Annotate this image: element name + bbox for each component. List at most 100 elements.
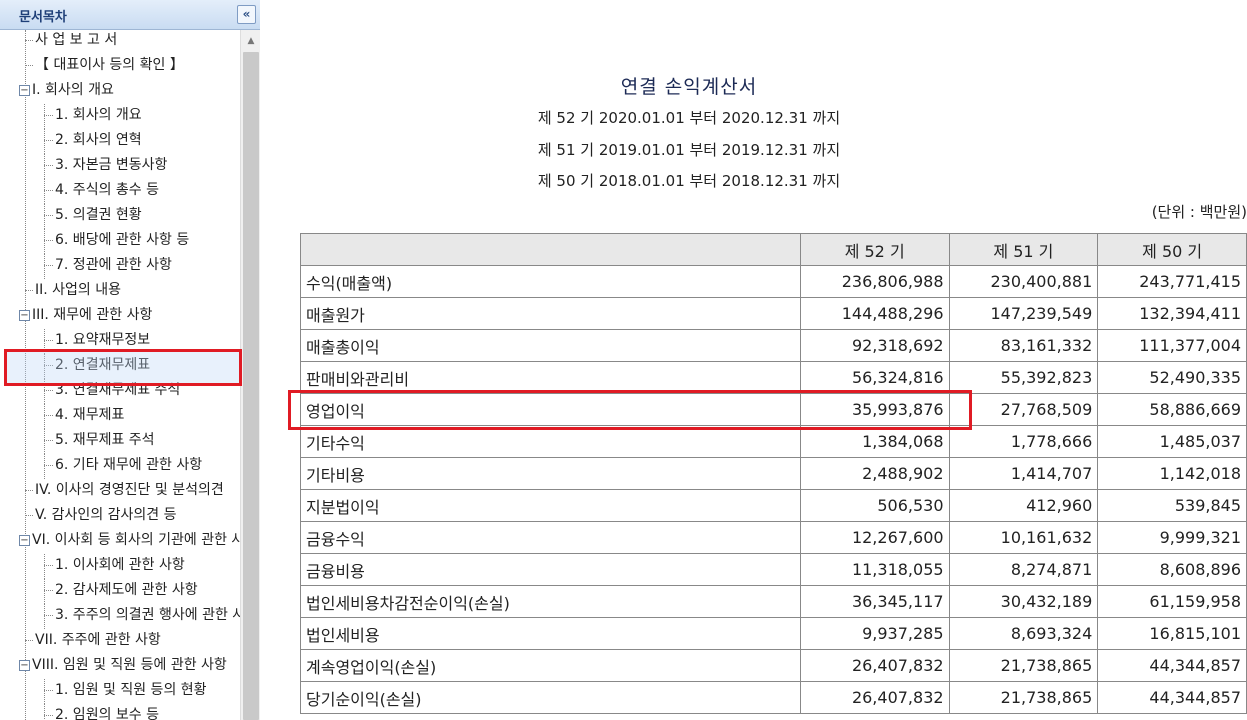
tree-connector <box>44 254 45 279</box>
table-row: 판매비와관리비 56,324,816 55,392,823 52,490,335 <box>300 361 1247 394</box>
toc-item[interactable]: 5. 의결권 현황 <box>55 204 142 226</box>
toc-item[interactable]: 사 업 보 고 서 <box>35 30 117 51</box>
account-name-cell: 계속영업이익(손실) <box>300 649 801 682</box>
toc-item[interactable]: 【 대표이사 등의 확인 】 <box>35 54 184 76</box>
tree-connector <box>44 615 53 616</box>
amount-cell: 44,344,857 <box>1097 649 1247 682</box>
tree-connector <box>44 190 53 191</box>
table-row: 금융비용 11,318,055 8,274,871 8,608,896 <box>300 553 1247 586</box>
scroll-thumb[interactable] <box>243 52 259 720</box>
toc-item[interactable]: 5. 재무제표 주석 <box>55 429 155 451</box>
amount-cell: 56,324,816 <box>799 361 950 394</box>
toc-item[interactable]: 4. 재무제표 <box>55 404 124 426</box>
toc-item[interactable]: 1. 요약재무정보 <box>55 329 150 351</box>
toc-item[interactable]: V. 감사인의 감사의견 등 <box>35 504 177 526</box>
account-name-cell: 매출총이익 <box>300 329 801 362</box>
tree-connector <box>44 115 53 116</box>
amount-cell: 1,485,037 <box>1097 425 1247 458</box>
amount-cell: 21,738,865 <box>948 681 1099 714</box>
amount-cell: 26,407,832 <box>799 649 950 682</box>
toc-title: 문서목차 <box>19 10 67 25</box>
table-row: 기타수익 1,384,068 1,778,666 1,485,037 <box>300 425 1247 458</box>
toc-item[interactable]: 7. 정관에 관한 사항 <box>55 254 172 276</box>
amount-cell: 52,490,335 <box>1097 361 1247 394</box>
column-header <box>300 233 801 266</box>
table-row: 매출원가 144,488,296 147,239,549 132,394,411 <box>300 297 1247 330</box>
period-line: 제 50 기 2018.01.01 부터 2018.12.31 까지 <box>537 172 841 190</box>
toc-item[interactable]: 6. 기타 재무에 관한 사항 <box>55 454 202 476</box>
column-header: 제 52 기 <box>799 233 950 266</box>
table-header-row: 제 52 기 제 51 기 제 50 기 <box>300 233 1247 266</box>
table-row: 매출총이익 92,318,692 83,161,332 111,377,004 <box>300 329 1247 362</box>
toc-item[interactable]: II. 사업의 내용 <box>35 279 121 301</box>
toc-item[interactable]: I. 회사의 개요 <box>32 79 114 101</box>
amount-cell: 9,999,321 <box>1097 521 1247 554</box>
amount-cell: 506,530 <box>799 489 950 522</box>
account-name-cell: 기타비용 <box>300 457 801 490</box>
tree-connector <box>44 704 45 720</box>
tree-collapse-icon[interactable]: − <box>19 535 30 546</box>
toc-item[interactable]: 4. 주식의 총수 등 <box>55 179 159 201</box>
tree-connector <box>44 265 53 266</box>
amount-cell: 36,345,117 <box>799 585 950 618</box>
period-line: 제 51 기 2019.01.01 부터 2019.12.31 까지 <box>537 141 841 159</box>
tree-connector <box>44 690 53 691</box>
tree-connector <box>25 40 33 41</box>
scroll-up-arrow-icon[interactable]: ▲ <box>243 34 259 48</box>
table-row: 계속영업이익(손실) 26,407,832 21,738,865 44,344,857 <box>300 649 1247 682</box>
table-row: 지분법이익 506,530 412,960 539,845 <box>300 489 1247 522</box>
toc-item[interactable]: 2. 임원의 보수 등 <box>55 704 159 720</box>
amount-cell: 1,414,707 <box>948 457 1099 490</box>
tree-connector <box>25 640 33 641</box>
tree-connector <box>44 215 53 216</box>
tree-collapse-icon[interactable]: − <box>19 310 30 321</box>
toc-item[interactable]: 1. 이사회에 관한 사항 <box>55 554 185 576</box>
amount-cell: 2,488,902 <box>799 457 950 490</box>
amount-cell: 55,392,823 <box>948 361 1099 394</box>
table-row: 당기순이익(손실) 26,407,832 21,738,865 44,344,857 <box>300 681 1247 714</box>
toc-item[interactable]: 3. 주주의 의결권 행사에 관한 사항 <box>55 604 240 626</box>
table-row: 수익(매출액) 236,806,988 230,400,881 243,771,415 <box>300 265 1247 298</box>
account-name-cell: 법인세비용차감전순이익(손실) <box>300 585 801 618</box>
toc-item[interactable]: 2. 회사의 연혁 <box>55 129 142 151</box>
toc-item[interactable]: III. 재무에 관한 사항 <box>32 304 152 326</box>
collapse-sidebar-button[interactable]: « <box>237 5 256 24</box>
toc-scrollbar[interactable]: ▲ <box>240 30 260 720</box>
amount-cell: 1,384,068 <box>799 425 950 458</box>
amount-cell: 412,960 <box>948 489 1099 522</box>
toc-item[interactable]: 1. 임원 및 직원 등의 현황 <box>55 679 207 701</box>
toc-item[interactable]: VII. 주주에 관한 사항 <box>35 629 161 651</box>
account-name-cell: 법인세비용 <box>300 617 801 650</box>
amount-cell: 8,693,324 <box>948 617 1099 650</box>
tree-connector <box>44 165 53 166</box>
tree-connector <box>25 490 33 491</box>
toc-item[interactable]: 1. 회사의 개요 <box>55 104 142 126</box>
amount-cell: 9,937,285 <box>799 617 950 650</box>
toc-item[interactable]: VI. 이사회 등 회사의 기관에 관한 사항 <box>32 529 240 551</box>
account-name-cell: 판매비와관리비 <box>300 361 801 394</box>
tree-connector <box>44 715 53 716</box>
income-statement-table: 제 52 기 제 51 기 제 50 기 수익(매출액) 236,806,988 2… <box>300 233 1247 714</box>
toc-item[interactable]: VIII. 임원 및 직원 등에 관한 사항 <box>32 654 227 676</box>
amount-cell: 230,400,881 <box>948 265 1099 298</box>
statement-title: 연결 손익계산서 <box>620 76 758 98</box>
period-line: 제 52 기 2020.01.01 부터 2020.12.31 까지 <box>537 109 841 127</box>
tree-connector <box>44 579 45 604</box>
toc-item[interactable]: 2. 감사제도에 관한 사항 <box>55 579 198 601</box>
amount-cell: 16,815,101 <box>1097 617 1247 650</box>
amount-cell: 147,239,549 <box>948 297 1099 330</box>
tree-collapse-icon[interactable]: − <box>19 660 30 671</box>
statement-viewer: 연결 손익계산서 제 52 기 2020.01.01 부터 2020.12.31… <box>274 0 1247 720</box>
tree-connector <box>44 340 53 341</box>
unit-label: (단위 : 백만원) <box>1151 203 1247 221</box>
toc-item[interactable]: 3. 자본금 변동사항 <box>55 154 167 176</box>
tree-collapse-icon[interactable]: − <box>19 85 30 96</box>
account-name-cell: 금융비용 <box>300 553 801 586</box>
toc-item[interactable]: IV. 이사의 경영진단 및 분석의견 <box>35 479 224 501</box>
amount-cell: 11,318,055 <box>799 553 950 586</box>
tree-connector <box>44 590 53 591</box>
amount-cell: 10,161,632 <box>948 521 1099 554</box>
amount-cell: 539,845 <box>1097 489 1247 522</box>
table-row: 법인세비용차감전순이익(손실) 36,345,117 30,432,189 61,15… <box>300 585 1247 618</box>
toc-item[interactable]: 6. 배당에 관한 사항 등 <box>55 229 189 251</box>
